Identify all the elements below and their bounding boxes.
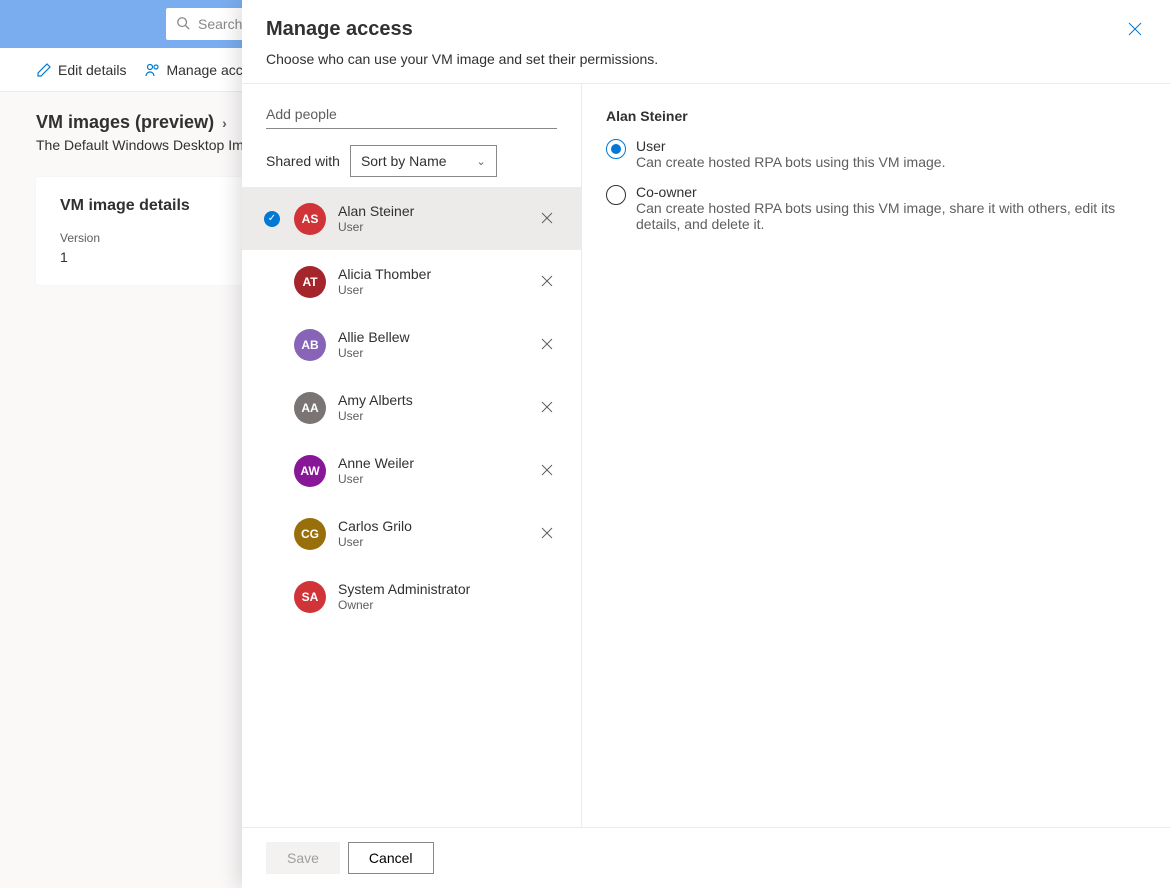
person-name: System Administrator: [338, 580, 557, 598]
person-info: Alicia ThomberUser: [338, 265, 525, 299]
person-name: Alan Steiner: [338, 202, 525, 220]
person-role: User: [338, 346, 525, 362]
search-placeholder: Search: [198, 16, 242, 32]
person-role: User: [338, 472, 525, 488]
avatar: AW: [294, 455, 326, 487]
permission-text: UserCan create hosted RPA bots using thi…: [636, 138, 945, 170]
breadcrumb-root[interactable]: VM images (preview): [36, 112, 214, 133]
sort-dropdown[interactable]: Sort by Name ⌄: [350, 145, 497, 177]
radio-icon: [606, 139, 626, 159]
close-button[interactable]: [1124, 18, 1146, 43]
avatar: AB: [294, 329, 326, 361]
person-info: Anne WeilerUser: [338, 454, 525, 488]
permission-label: User: [636, 138, 945, 154]
person-role: User: [338, 535, 525, 551]
permission-text: Co-ownerCan create hosted RPA bots using…: [636, 184, 1146, 232]
person-role: User: [338, 283, 525, 299]
people-column: Shared with Sort by Name ⌄ ✓ AS Alan Stein…: [242, 84, 582, 827]
person-row[interactable]: SA System AdministratorOwner: [242, 565, 581, 628]
selection-check: ✓: [262, 211, 282, 227]
person-row[interactable]: CG Carlos GriloUser: [242, 502, 581, 565]
person-name: Anne Weiler: [338, 454, 525, 472]
edit-details-button[interactable]: Edit details: [36, 62, 126, 78]
selected-person-name: Alan Steiner: [606, 108, 1146, 124]
panel-header: Manage access: [242, 0, 1170, 51]
panel-body: Shared with Sort by Name ⌄ ✓ AS Alan Stein…: [242, 83, 1170, 827]
person-row[interactable]: ✓ AS Alan SteinerUser: [242, 187, 581, 250]
person-row[interactable]: AB Allie BellewUser: [242, 313, 581, 376]
chevron-down-icon: ⌄: [477, 155, 486, 168]
person-name: Amy Alberts: [338, 391, 525, 409]
edit-details-label: Edit details: [58, 62, 126, 78]
chevron-right-icon: ›: [222, 115, 227, 131]
permission-description: Can create hosted RPA bots using this VM…: [636, 200, 1146, 232]
save-button[interactable]: Save: [266, 842, 340, 874]
cancel-button[interactable]: Cancel: [348, 842, 434, 874]
permission-label: Co-owner: [636, 184, 1146, 200]
shared-with-row: Shared with Sort by Name ⌄: [266, 145, 557, 177]
avatar: AA: [294, 392, 326, 424]
remove-person-button[interactable]: [537, 337, 557, 353]
sort-value: Sort by Name: [361, 153, 447, 169]
permission-options: UserCan create hosted RPA bots using thi…: [606, 138, 1146, 246]
person-row[interactable]: AW Anne WeilerUser: [242, 439, 581, 502]
person-name: Allie Bellew: [338, 328, 525, 346]
person-name: Alicia Thomber: [338, 265, 525, 283]
shared-with-label: Shared with: [266, 153, 340, 169]
person-row[interactable]: AA Amy AlbertsUser: [242, 376, 581, 439]
person-info: Carlos GriloUser: [338, 517, 525, 551]
avatar: AT: [294, 266, 326, 298]
avatar: AS: [294, 203, 326, 235]
person-row[interactable]: AT Alicia ThomberUser: [242, 250, 581, 313]
person-info: System AdministratorOwner: [338, 580, 557, 614]
remove-person-button[interactable]: [537, 400, 557, 416]
panel-footer: Save Cancel: [242, 827, 1170, 888]
permission-description: Can create hosted RPA bots using this VM…: [636, 154, 945, 170]
avatar: SA: [294, 581, 326, 613]
add-people-input[interactable]: [266, 100, 557, 129]
permission-option[interactable]: UserCan create hosted RPA bots using thi…: [606, 138, 1146, 170]
permission-column: Alan Steiner UserCan create hosted RPA b…: [582, 84, 1170, 827]
avatar: CG: [294, 518, 326, 550]
person-info: Amy AlbertsUser: [338, 391, 525, 425]
search-icon: [176, 16, 190, 33]
person-role: Owner: [338, 598, 557, 614]
person-name: Carlos Grilo: [338, 517, 525, 535]
remove-person-button[interactable]: [537, 274, 557, 290]
person-role: User: [338, 220, 525, 236]
remove-person-button[interactable]: [537, 526, 557, 542]
check-icon: ✓: [264, 211, 280, 227]
remove-person-button[interactable]: [537, 463, 557, 479]
people-list: ✓ASAlan SteinerUserATAlicia ThomberUserA…: [242, 187, 581, 628]
person-role: User: [338, 409, 525, 425]
permission-option[interactable]: Co-ownerCan create hosted RPA bots using…: [606, 184, 1146, 232]
panel-title: Manage access: [266, 18, 413, 41]
person-info: Alan SteinerUser: [338, 202, 525, 236]
manage-access-panel: Manage access Choose who can use your VM…: [242, 0, 1170, 888]
radio-icon: [606, 185, 626, 205]
remove-person-button[interactable]: [537, 211, 557, 227]
panel-description: Choose who can use your VM image and set…: [242, 51, 1170, 83]
person-info: Allie BellewUser: [338, 328, 525, 362]
